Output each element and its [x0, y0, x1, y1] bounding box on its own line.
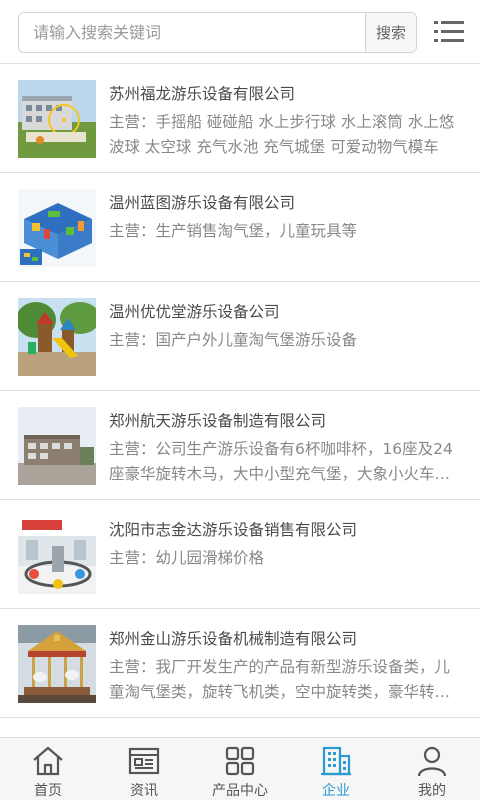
- top-bar: 搜索: [0, 0, 480, 64]
- company-name[interactable]: 沈阳市志金达游乐设备销售有限公司: [109, 518, 357, 540]
- company-business: 主营：公司生产游乐设备有6杯咖啡杯，16座及24座豪华旋转木马，大中小型充气堡，…: [109, 440, 453, 483]
- list-item[interactable]: 沈阳市志金达游乐设备销售有限公司 主营：幼儿园滑梯价格: [0, 500, 480, 609]
- company-name[interactable]: 温州蓝图游乐设备有限公司: [109, 191, 295, 213]
- bottom-nav: 首页 资讯 产品中心 企业 我的: [0, 737, 480, 800]
- company-name[interactable]: 温州优优堂游乐设备公司: [109, 300, 280, 322]
- nav-item-news[interactable]: 资讯: [96, 738, 192, 800]
- search-input[interactable]: [19, 13, 365, 52]
- company-name[interactable]: 郑州金山游乐设备机械制造有限公司: [109, 627, 357, 649]
- outdoor-playground-photo: [18, 298, 96, 376]
- nav-item-companies[interactable]: 企业: [288, 738, 384, 800]
- factory-building-photo: [18, 407, 96, 485]
- nav-item-home[interactable]: 首页: [0, 738, 96, 800]
- user-icon: [417, 746, 447, 777]
- company-business: 主营：手摇船 碰碰船 水上步行球 水上滚筒 水上悠波球 太空球 充气水池 充气城…: [109, 113, 455, 156]
- list-item[interactable]: 温州优优堂游乐设备公司 主营：国产户外儿童淘气堡游乐设备: [0, 282, 480, 391]
- list-item[interactable]: 郑州金山游乐设备机械制造有限公司 主营：我厂开发生产的产品有新型游乐设备类，儿童…: [0, 609, 480, 718]
- list-item[interactable]: 温州蓝图游乐设备有限公司 主营：生产销售淘气堡，儿童玩具等: [0, 173, 480, 282]
- grid-icon: [225, 746, 255, 776]
- search-button[interactable]: 搜索: [365, 13, 416, 52]
- indoor-playground-photo: [18, 189, 96, 267]
- nav-label-news: 资讯: [130, 783, 158, 799]
- nav-item-profile[interactable]: 我的: [384, 738, 480, 800]
- nav-label-products: 产品中心: [212, 783, 268, 799]
- nav-label-home: 首页: [34, 783, 62, 799]
- news-icon: [128, 747, 160, 775]
- company-business: 主营：生产销售淘气堡，儿童玩具等: [109, 222, 358, 240]
- company-business: 主营：国产户外儿童淘气堡游乐设备: [109, 331, 358, 349]
- list-item[interactable]: 郑州航天游乐设备制造有限公司 主营：公司生产游乐设备有6杯咖啡杯，16座及24座…: [0, 391, 480, 500]
- building-with-ferris-wheel-photo: [18, 80, 96, 158]
- company-name[interactable]: 苏州福龙游乐设备有限公司: [109, 82, 295, 104]
- company-name[interactable]: 郑州航天游乐设备制造有限公司: [109, 409, 326, 431]
- home-icon: [33, 746, 63, 776]
- list-item[interactable]: 苏州福龙游乐设备有限公司 主营：手摇船 碰碰船 水上步行球 水上滚筒 水上悠波球…: [0, 64, 480, 173]
- search-box: 搜索: [18, 12, 417, 53]
- nav-item-products[interactable]: 产品中心: [192, 738, 288, 800]
- kiddie-ride-photo: [18, 516, 96, 594]
- carousel-photo: [18, 625, 96, 703]
- building-icon: [321, 746, 351, 776]
- nav-label-companies: 企业: [322, 783, 350, 799]
- company-list: 苏州福龙游乐设备有限公司 主营：手摇船 碰碰船 水上步行球 水上滚筒 水上悠波球…: [0, 64, 480, 718]
- nav-label-profile: 我的: [418, 783, 446, 799]
- company-business: 主营：幼儿园滑梯价格: [109, 549, 265, 567]
- company-business: 主营：我厂开发生产的产品有新型游乐设备类，儿童淘气堡类，旋转飞机类，空中旋转类，…: [109, 658, 451, 701]
- menu-list-icon[interactable]: [434, 18, 464, 46]
